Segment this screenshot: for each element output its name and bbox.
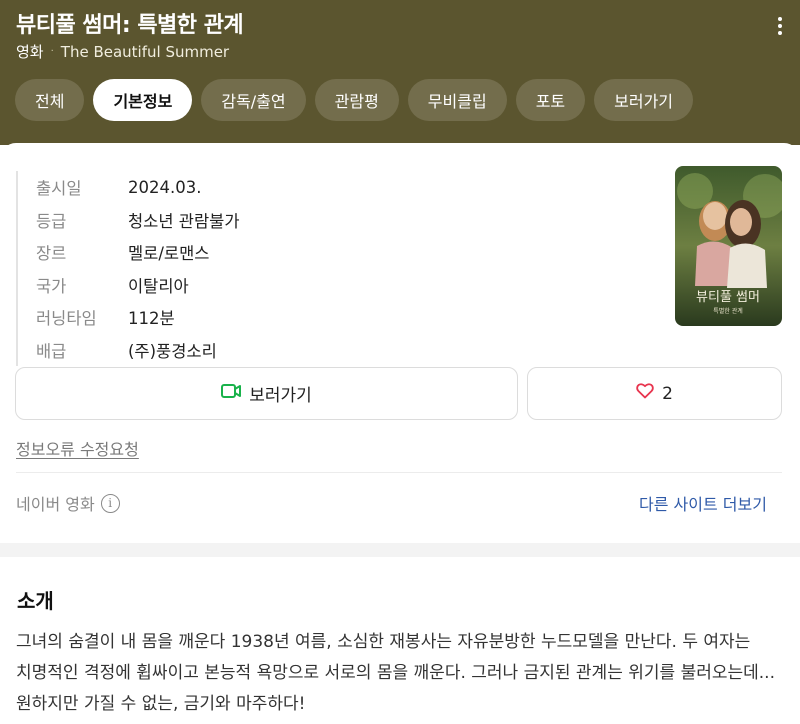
info-value: (주)풍경소리 [128, 341, 217, 361]
tab-photos[interactable]: 포토 [515, 79, 586, 121]
info-value: 멜로/로맨스 [128, 244, 210, 264]
tab-reviews[interactable]: 관람평 [314, 79, 399, 121]
like-button[interactable]: 2 [527, 367, 782, 420]
info-row-runtime: 러닝타임 112분 [36, 301, 240, 334]
info-value: 이탈리아 [128, 276, 189, 296]
video-icon [221, 383, 242, 404]
movie-header: 뷰티풀 썸머: 특별한 관계 영화 · The Beautiful Summer… [0, 0, 800, 145]
more-options-icon[interactable] [770, 14, 790, 38]
tab-all[interactable]: 전체 [15, 79, 85, 121]
info-key: 국가 [36, 276, 67, 296]
info-key: 배급 [36, 341, 67, 361]
info-row-genre: 장르 멜로/로맨스 [36, 236, 240, 269]
tab-watch[interactable]: 보러가기 [594, 79, 694, 121]
info-key: 등급 [36, 211, 67, 231]
info-row-release: 출시일 2024.03. [36, 171, 240, 204]
poster-title-text: 뷰티풀 썸머 [696, 290, 760, 305]
info-icon[interactable]: i [100, 493, 120, 513]
divider [16, 472, 782, 473]
intro-section: 소개 그녀의 숨결이 내 몸을 깨운다 1938년 여름, 소심한 재봉사는 자… [0, 557, 800, 724]
info-row-country: 국가 이탈리아 [36, 269, 240, 302]
intro-text: 그녀의 숨결이 내 몸을 깨운다 1938년 여름, 소심한 재봉사는 자유분방… [16, 632, 775, 714]
info-list: 출시일 2024.03. 등급 청소년 관람불가 장르 멜로/로맨스 국가 이탈… [16, 171, 240, 366]
info-value: 2024.03. [128, 177, 202, 197]
poster-subtitle-text: 특별한 관계 [713, 307, 743, 315]
info-row-distributor: 배급 (주)풍경소리 [36, 334, 240, 367]
heart-icon [636, 383, 654, 404]
watch-button-label: 보러가기 [249, 386, 312, 406]
original-title: The Beautiful Summer [60, 42, 230, 61]
watch-button[interactable]: 보러가기 [15, 367, 518, 420]
content-type-label: 영화 [16, 43, 44, 61]
info-value: 112분 [128, 309, 175, 329]
movie-poster[interactable]: 뷰티풀 썸머 특별한 관계 [675, 166, 782, 326]
tab-movie-clips[interactable]: 무비클립 [407, 79, 507, 121]
fix-request-link[interactable]: 정보오류 수정요청 [16, 436, 139, 460]
info-key: 출시일 [36, 179, 82, 199]
intro-title: 소개 [17, 589, 54, 613]
tab-bar: 전체 기본정보 감독/출연 관람평 무비클립 포토 보러가기 [15, 79, 694, 121]
info-key: 러닝타임 [36, 309, 97, 329]
info-key: 장르 [36, 244, 67, 264]
movie-title: 뷰티풀 썸머: 특별한 관계 [16, 13, 244, 38]
tab-basic-info[interactable]: 기본정보 [93, 79, 193, 121]
info-row-rating: 등급 청소년 관람불가 [36, 204, 240, 237]
separator-dot: · [50, 46, 54, 57]
movie-subtitle: 영화 · The Beautiful Summer [16, 41, 229, 62]
source-label: 네이버 영화 i [16, 491, 120, 515]
like-count: 2 [662, 383, 673, 404]
section-gap [0, 543, 800, 557]
tab-director-cast[interactable]: 감독/출연 [201, 79, 306, 121]
source-name: 네이버 영화 [16, 495, 95, 514]
other-sites-link[interactable]: 다른 사이트 더보기 [639, 491, 767, 515]
info-value: 청소년 관람불가 [128, 211, 240, 231]
